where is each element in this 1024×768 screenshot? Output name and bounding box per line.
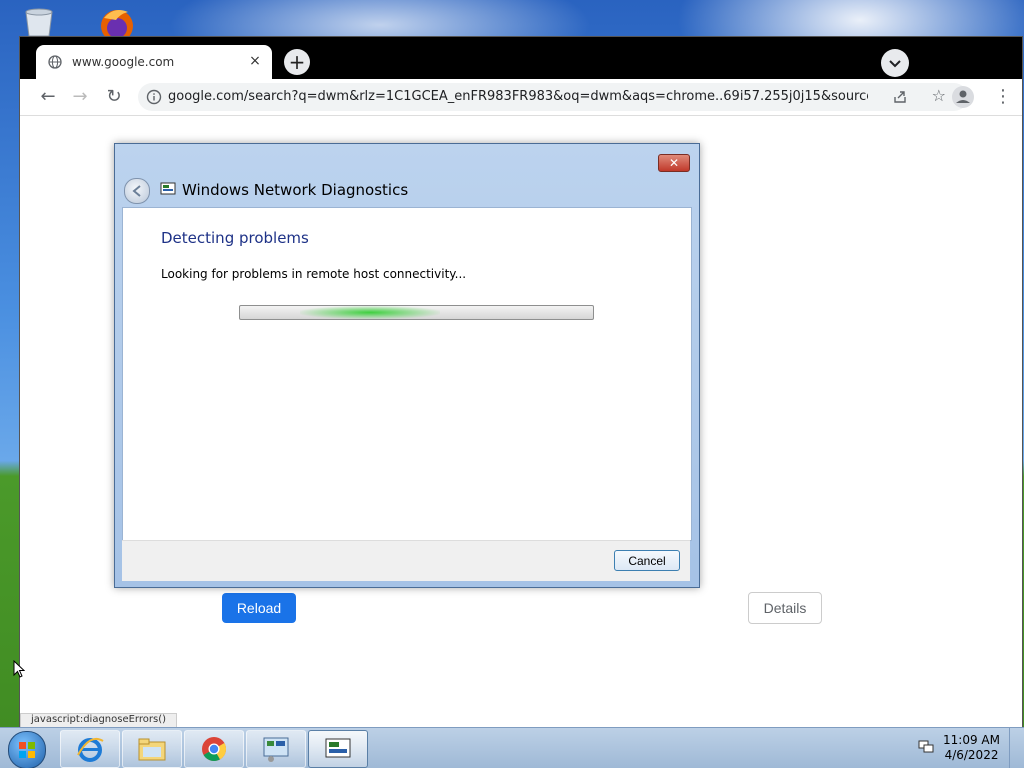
progress-marquee (300, 306, 440, 319)
info-icon[interactable] (146, 89, 162, 105)
chrome-menu-button[interactable]: ⋮ (994, 86, 1012, 108)
network-diagnostics-taskbar-icon (325, 738, 351, 758)
back-button[interactable]: ← (36, 85, 60, 109)
person-icon (956, 90, 970, 103)
share-icon[interactable] (892, 89, 908, 105)
profile-avatar[interactable] (952, 86, 974, 108)
browser-toolbar: ← → ↻ google.com/search?q=dwm&rlz=1C1GCE… (20, 79, 1022, 116)
show-desktop-button[interactable] (1009, 728, 1024, 768)
dialog-message: Looking for problems in remote host conn… (161, 267, 467, 281)
progress-bar (239, 305, 594, 320)
recycle-bin-icon[interactable] (22, 6, 56, 38)
tab-strip: www.google.com × + (20, 37, 1022, 79)
tab-title: www.google.com (72, 55, 175, 69)
clock-time: 11:09 AM (943, 733, 1000, 747)
reload-button[interactable]: Reload (222, 593, 296, 623)
reload-icon[interactable]: ↻ (102, 85, 126, 109)
dialog-footer: Cancel (122, 540, 690, 581)
back-arrow-icon (132, 185, 141, 197)
internet-explorer-icon (77, 737, 104, 762)
start-button[interactable] (8, 731, 46, 768)
forward-button[interactable]: → (68, 85, 92, 109)
firefox-icon[interactable] (94, 6, 140, 38)
network-diagnostics-icon (160, 182, 176, 195)
bookmark-star-icon[interactable]: ☆ (932, 86, 946, 105)
taskbar-internet-explorer[interactable] (60, 730, 120, 768)
mouse-cursor-icon (13, 660, 25, 678)
new-tab-button[interactable]: + (284, 49, 310, 75)
control-panel-icon (263, 737, 289, 762)
tab-search-button[interactable] (881, 49, 909, 77)
tab-close-icon[interactable]: × (246, 52, 264, 70)
network-tray-icon[interactable] (918, 740, 934, 754)
dialog-body: Detecting problems Looking for problems … (122, 207, 692, 541)
network-diagnostics-dialog: ✕ Windows Network Diagnostics Detecting … (114, 143, 700, 588)
taskbar-control-panel[interactable] (246, 730, 306, 768)
dialog-back-button[interactable] (124, 178, 150, 204)
taskbar-windows-explorer[interactable] (122, 730, 182, 768)
globe-icon (48, 55, 62, 69)
taskbar-google-chrome[interactable] (184, 730, 244, 768)
system-clock[interactable]: 11:09 AM 4/6/2022 (943, 733, 1000, 763)
tab-google[interactable]: www.google.com × (36, 45, 272, 79)
clock-date: 4/6/2022 (944, 748, 999, 762)
url-text: google.com/search?q=dwm&rlz=1C1GCEA_enFR… (168, 89, 868, 104)
address-bar[interactable]: google.com/search?q=dwm&rlz=1C1GCEA_enFR… (138, 83, 968, 111)
taskbar: 11:09 AM 4/6/2022 (0, 727, 1024, 768)
cancel-button[interactable]: Cancel (614, 550, 680, 571)
folder-icon (138, 738, 166, 761)
taskbar-network-diagnostics[interactable] (308, 730, 368, 768)
chevron-down-icon (889, 60, 901, 68)
details-button[interactable]: Details (748, 592, 822, 624)
dialog-title: Windows Network Diagnostics (182, 181, 409, 199)
dialog-close-button[interactable]: ✕ (658, 154, 690, 172)
dialog-heading: Detecting problems (161, 229, 309, 247)
chrome-icon (202, 737, 227, 762)
windows-logo-icon (19, 742, 35, 758)
